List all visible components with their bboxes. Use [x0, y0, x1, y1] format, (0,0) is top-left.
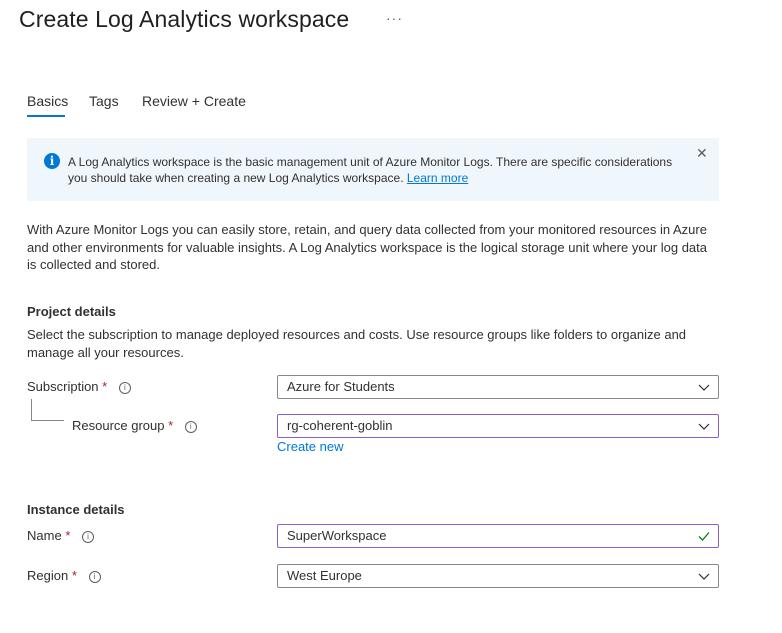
- info-tooltip-icon[interactable]: i: [118, 381, 131, 394]
- learn-more-link[interactable]: Learn more: [407, 171, 468, 185]
- info-tooltip-icon[interactable]: i: [184, 420, 197, 433]
- chevron-down-icon: [698, 384, 710, 391]
- name-label: Name * i: [27, 528, 94, 543]
- name-value: SuperWorkspace: [287, 528, 387, 543]
- instance-details-heading: Instance details: [27, 502, 125, 517]
- project-details-heading: Project details: [27, 304, 116, 319]
- close-icon[interactable]: ✕: [696, 146, 708, 160]
- info-banner-message: A Log Analytics workspace is the basic m…: [68, 155, 673, 185]
- info-tooltip-icon[interactable]: i: [82, 530, 94, 543]
- intro-text: With Azure Monitor Logs you can easily s…: [27, 222, 708, 272]
- required-asterisk: *: [168, 418, 174, 433]
- subscription-label: Subscription * i: [27, 379, 131, 394]
- name-input[interactable]: SuperWorkspace: [277, 524, 719, 548]
- required-asterisk: *: [71, 568, 77, 583]
- checkmark-icon: [698, 532, 710, 541]
- region-label: Region * i: [27, 568, 101, 583]
- info-banner-text: A Log Analytics workspace is the basic m…: [68, 154, 680, 186]
- subscription-select[interactable]: Azure for Students: [277, 375, 719, 399]
- active-tab-indicator: [27, 115, 65, 117]
- name-label-text: Name: [27, 528, 62, 543]
- create-new-link[interactable]: Create new: [277, 439, 343, 454]
- required-asterisk: *: [65, 528, 71, 543]
- region-label-text: Region: [27, 568, 69, 583]
- tree-connector-horizontal: [31, 420, 64, 421]
- more-options-button[interactable]: ···: [386, 10, 403, 26]
- resource-group-value: rg-coherent-goblin: [287, 418, 393, 433]
- tree-connector-vertical: [31, 399, 32, 420]
- info-icon: i: [44, 153, 60, 169]
- chevron-down-icon: [698, 573, 710, 580]
- resource-group-select[interactable]: rg-coherent-goblin: [277, 414, 719, 438]
- subscription-label-text: Subscription: [27, 379, 99, 394]
- tab-tags[interactable]: Tags: [89, 93, 119, 109]
- region-select[interactable]: West Europe: [277, 564, 719, 588]
- resource-group-label: Resource group * i: [72, 418, 197, 433]
- required-asterisk: *: [102, 379, 108, 394]
- resource-group-label-text: Resource group: [72, 418, 165, 433]
- page-title: Create Log Analytics workspace: [19, 6, 350, 32]
- tab-basics[interactable]: Basics: [27, 93, 68, 109]
- tab-review-create[interactable]: Review + Create: [142, 93, 246, 109]
- chevron-down-icon: [698, 423, 710, 430]
- subscription-value: Azure for Students: [287, 379, 395, 394]
- info-tooltip-icon[interactable]: i: [88, 570, 101, 583]
- project-details-description: Select the subscription to manage deploy…: [27, 327, 687, 360]
- region-value: West Europe: [287, 568, 362, 583]
